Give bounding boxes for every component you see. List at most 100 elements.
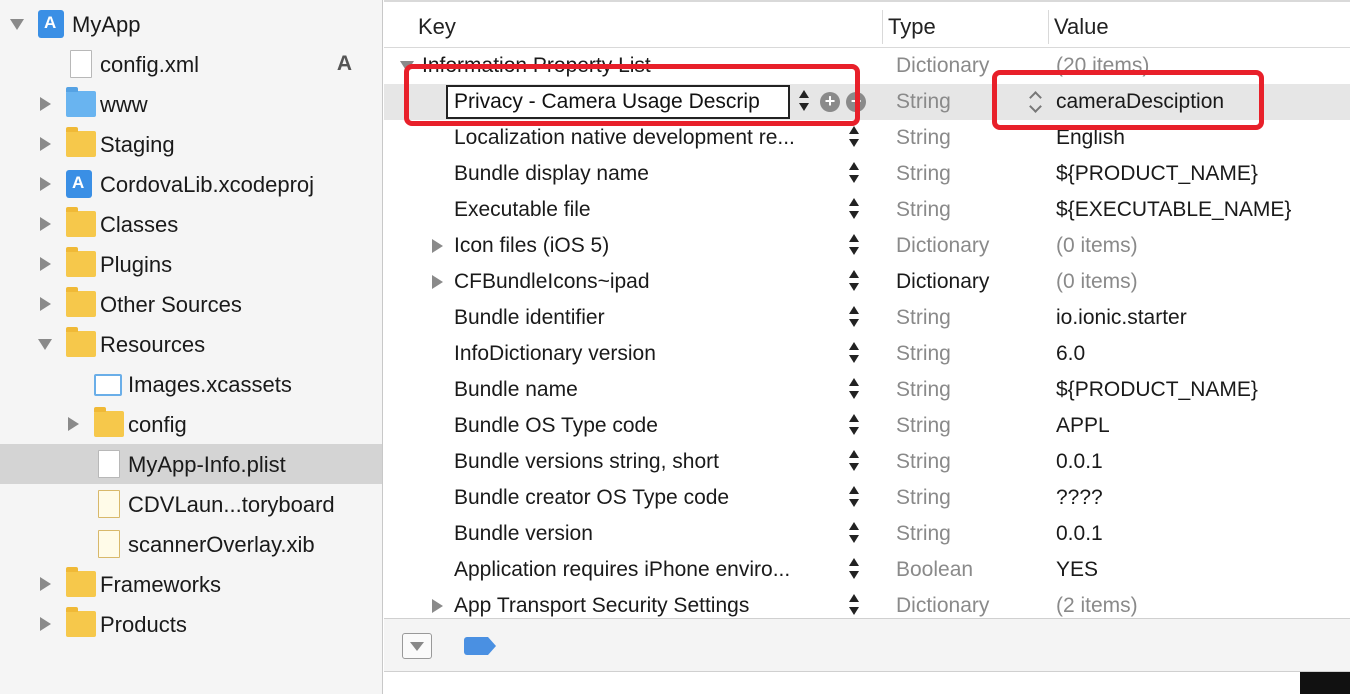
disclosure-triangle-icon[interactable] bbox=[40, 617, 51, 631]
navigator-item[interactable]: MyApp-Info.plist bbox=[0, 444, 382, 484]
navigator-item[interactable]: config.xml A bbox=[0, 44, 382, 84]
navigator-item-label: config bbox=[128, 412, 187, 437]
plist-value[interactable]: APPL bbox=[1056, 414, 1346, 438]
navigator-item[interactable]: Plugins bbox=[0, 244, 382, 284]
plist-value[interactable]: 6.0 bbox=[1056, 342, 1346, 366]
plist-row[interactable]: Bundle identifier String io.ionic.starter bbox=[384, 300, 1350, 336]
navigator-item-label: www bbox=[100, 92, 148, 117]
column-header-type[interactable]: Type bbox=[888, 14, 936, 40]
disclosure-triangle-icon[interactable] bbox=[68, 417, 79, 431]
navigator-item-label: scannerOverlay.xib bbox=[128, 532, 315, 557]
plist-value[interactable]: (0 items) bbox=[1056, 234, 1346, 258]
plist-value[interactable]: ${PRODUCT_NAME} bbox=[1056, 378, 1346, 402]
disclosure-triangle-icon[interactable] bbox=[38, 339, 52, 350]
navigator-item[interactable]: Frameworks bbox=[0, 564, 382, 604]
filter-menu-icon[interactable] bbox=[402, 633, 432, 659]
key-popup-stepper-icon[interactable] bbox=[848, 413, 860, 439]
plist-value[interactable]: YES bbox=[1056, 558, 1346, 582]
key-popup-stepper-icon[interactable] bbox=[848, 233, 860, 259]
navigator-item[interactable]: Products bbox=[0, 604, 382, 644]
plist-key: InfoDictionary version bbox=[454, 342, 656, 365]
plist-row[interactable]: InfoDictionary version String 6.0 bbox=[384, 336, 1350, 372]
column-divider[interactable] bbox=[882, 10, 883, 44]
navigator-item[interactable]: Images.xcassets bbox=[0, 364, 382, 404]
navigator-item[interactable]: Classes bbox=[0, 204, 382, 244]
add-row-icon[interactable]: + bbox=[820, 92, 840, 112]
key-popup-stepper-icon[interactable] bbox=[848, 485, 860, 511]
key-popup-stepper-icon[interactable] bbox=[848, 557, 860, 583]
plist-row[interactable]: Executable file String ${EXECUTABLE_NAME} bbox=[384, 192, 1350, 228]
navigator-item[interactable]: www bbox=[0, 84, 382, 124]
key-popup-stepper-icon[interactable] bbox=[848, 197, 860, 223]
plist-value[interactable]: 0.0.1 bbox=[1056, 522, 1346, 546]
plist-value[interactable]: ${PRODUCT_NAME} bbox=[1056, 162, 1346, 186]
plist-row-root[interactable]: Information Property List Dictionary (20… bbox=[384, 48, 1350, 84]
navigator-item[interactable]: CordovaLib.xcodeproj bbox=[0, 164, 382, 204]
navigator-item[interactable]: Other Sources bbox=[0, 284, 382, 324]
navigator-item[interactable]: CDVLaun...toryboard bbox=[0, 484, 382, 524]
plist-editor: Key Type Value Information Property List… bbox=[384, 0, 1350, 694]
disclosure-triangle-icon[interactable] bbox=[432, 239, 443, 253]
plist-key: Information Property List bbox=[422, 54, 651, 77]
plist-row[interactable]: Bundle OS Type code String APPL bbox=[384, 408, 1350, 444]
navigator-item[interactable]: scannerOverlay.xib bbox=[0, 524, 382, 564]
disclosure-triangle-icon[interactable] bbox=[40, 217, 51, 231]
plist-row[interactable]: Icon files (iOS 5) Dictionary (0 items) bbox=[384, 228, 1350, 264]
key-popup-stepper-icon[interactable] bbox=[848, 449, 860, 475]
disclosure-triangle-icon[interactable] bbox=[40, 177, 51, 191]
plist-type[interactable]: String bbox=[896, 90, 1046, 114]
key-popup-stepper-icon[interactable] bbox=[848, 269, 860, 295]
plist-row[interactable]: Localization native development re... Str… bbox=[384, 120, 1350, 156]
key-popup-stepper-icon[interactable] bbox=[848, 341, 860, 367]
plist-row[interactable]: Bundle versions string, short String 0.0.1 bbox=[384, 444, 1350, 480]
disclosure-triangle-icon[interactable] bbox=[432, 275, 443, 289]
column-header-value[interactable]: Value bbox=[1054, 14, 1109, 40]
key-popup-stepper-icon[interactable] bbox=[848, 521, 860, 547]
key-popup-stepper-icon[interactable] bbox=[848, 125, 860, 151]
type-popup-chevron-icon[interactable] bbox=[1029, 89, 1043, 115]
navigator-item[interactable]: Resources bbox=[0, 324, 382, 364]
plist-value[interactable]: ${EXECUTABLE_NAME} bbox=[1056, 198, 1346, 222]
plist-value[interactable]: ???? bbox=[1056, 486, 1346, 510]
plist-value[interactable]: (2 items) bbox=[1056, 594, 1346, 618]
plist-value[interactable]: io.ionic.starter bbox=[1056, 306, 1346, 330]
disclosure-triangle-icon[interactable] bbox=[400, 61, 414, 72]
plist-row[interactable]: Bundle version String 0.0.1 bbox=[384, 516, 1350, 552]
plist-value[interactable]: (0 items) bbox=[1056, 270, 1346, 294]
plist-value[interactable]: 0.0.1 bbox=[1056, 450, 1346, 474]
navigator-item[interactable]: MyApp bbox=[0, 4, 382, 44]
disclosure-triangle-icon[interactable] bbox=[432, 599, 443, 613]
plist-key: Bundle display name bbox=[454, 162, 649, 185]
plist-row[interactable]: Bundle display name String ${PRODUCT_NAME} bbox=[384, 156, 1350, 192]
plist-row[interactable]: Bundle name String ${PRODUCT_NAME} bbox=[384, 372, 1350, 408]
navigator-item[interactable]: config bbox=[0, 404, 382, 444]
navigator-item-label: Products bbox=[100, 612, 187, 637]
disclosure-triangle-icon[interactable] bbox=[40, 137, 51, 151]
plist-row-editing[interactable]: + − String cameraDesciption bbox=[384, 84, 1350, 120]
plist-type: String bbox=[896, 450, 951, 473]
disclosure-triangle-icon[interactable] bbox=[40, 97, 51, 111]
key-popup-stepper-icon[interactable] bbox=[848, 305, 860, 331]
plist-type: Dictionary bbox=[896, 234, 990, 257]
key-popup-stepper-icon[interactable] bbox=[848, 161, 860, 187]
key-popup-stepper-icon[interactable] bbox=[798, 89, 810, 115]
navigator-item-label: MyApp bbox=[72, 12, 141, 37]
key-popup-stepper-icon[interactable] bbox=[848, 377, 860, 403]
column-header-key[interactable]: Key bbox=[418, 14, 456, 40]
plist-row[interactable]: CFBundleIcons~ipad Dictionary (0 items) bbox=[384, 264, 1350, 300]
plist-value[interactable]: cameraDesciption bbox=[1056, 90, 1346, 114]
plist-row[interactable]: Application requires iPhone enviro... Boo… bbox=[384, 552, 1350, 588]
disclosure-triangle-icon[interactable] bbox=[40, 297, 51, 311]
disclosure-triangle-icon[interactable] bbox=[40, 577, 51, 591]
remove-row-icon[interactable]: − bbox=[846, 92, 866, 112]
key-edit-field[interactable] bbox=[446, 85, 790, 119]
column-divider[interactable] bbox=[1048, 10, 1049, 44]
disclosure-triangle-icon[interactable] bbox=[10, 19, 24, 30]
navigator-item-label: Classes bbox=[100, 212, 179, 237]
tag-icon[interactable] bbox=[464, 637, 496, 655]
navigator-item[interactable]: Staging bbox=[0, 124, 382, 164]
plist-value[interactable]: English bbox=[1056, 126, 1346, 150]
plist-row[interactable]: Bundle creator OS Type code String???? bbox=[384, 480, 1350, 516]
key-popup-stepper-icon[interactable] bbox=[848, 593, 860, 619]
disclosure-triangle-icon[interactable] bbox=[40, 257, 51, 271]
